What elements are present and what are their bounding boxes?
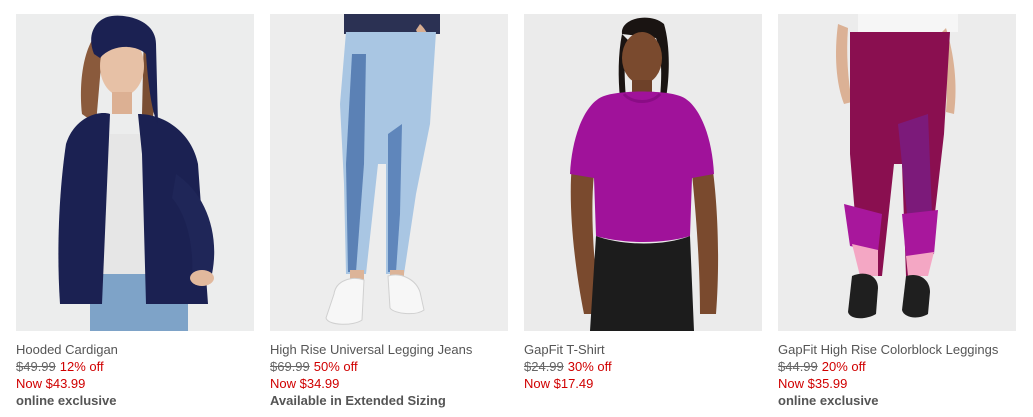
discount-label: 20% off <box>821 359 866 374</box>
discount-label: 12% off <box>59 359 104 374</box>
product-name[interactable]: GapFit High Rise Colorblock Leggings <box>778 341 1016 358</box>
product-grid: Hooded Cardigan $49.99 12% off Now $43.99… <box>0 0 1033 417</box>
original-price: $69.99 <box>270 359 310 374</box>
model-legging-jeans-image <box>270 14 508 331</box>
model-colorblock-leggings-image <box>778 14 1016 331</box>
discount-label: 30% off <box>567 359 612 374</box>
product-badge: Available in Extended Sizing <box>270 393 446 408</box>
product-image[interactable] <box>778 14 1016 331</box>
product-name[interactable]: Hooded Cardigan <box>16 341 254 358</box>
product-image[interactable] <box>16 14 254 331</box>
price-line: $69.99 50% off <box>270 358 508 375</box>
product-image[interactable] <box>270 14 508 331</box>
discount-label: 50% off <box>313 359 358 374</box>
product-info: Hooded Cardigan $49.99 12% off Now $43.99… <box>16 341 254 409</box>
product-name[interactable]: GapFit T-Shirt <box>524 341 762 358</box>
product-card[interactable]: GapFit T-Shirt $24.99 30% off Now $17.49 <box>524 14 762 392</box>
original-price: $49.99 <box>16 359 56 374</box>
sale-price: Now $43.99 <box>16 376 86 391</box>
product-card[interactable]: High Rise Universal Legging Jeans $69.99… <box>270 14 508 409</box>
sale-price: Now $17.49 <box>524 376 594 391</box>
price-line: $44.99 20% off <box>778 358 1016 375</box>
product-name[interactable]: High Rise Universal Legging Jeans <box>270 341 508 358</box>
product-badge: online exclusive <box>778 393 879 408</box>
model-gapfit-tshirt-image <box>524 14 762 331</box>
price-line: $24.99 30% off <box>524 358 762 375</box>
product-card[interactable]: Hooded Cardigan $49.99 12% off Now $43.99… <box>16 14 254 409</box>
original-price: $24.99 <box>524 359 564 374</box>
product-info: GapFit High Rise Colorblock Leggings $44… <box>778 341 1016 409</box>
product-card[interactable]: GapFit High Rise Colorblock Leggings $44… <box>778 14 1016 409</box>
product-info: GapFit T-Shirt $24.99 30% off Now $17.49 <box>524 341 762 392</box>
model-hooded-cardigan-image <box>16 14 254 331</box>
sale-price: Now $35.99 <box>778 376 848 391</box>
sale-price: Now $34.99 <box>270 376 340 391</box>
original-price: $44.99 <box>778 359 818 374</box>
product-info: High Rise Universal Legging Jeans $69.99… <box>270 341 508 409</box>
product-image[interactable] <box>524 14 762 331</box>
product-badge: online exclusive <box>16 393 117 408</box>
price-line: $49.99 12% off <box>16 358 254 375</box>
